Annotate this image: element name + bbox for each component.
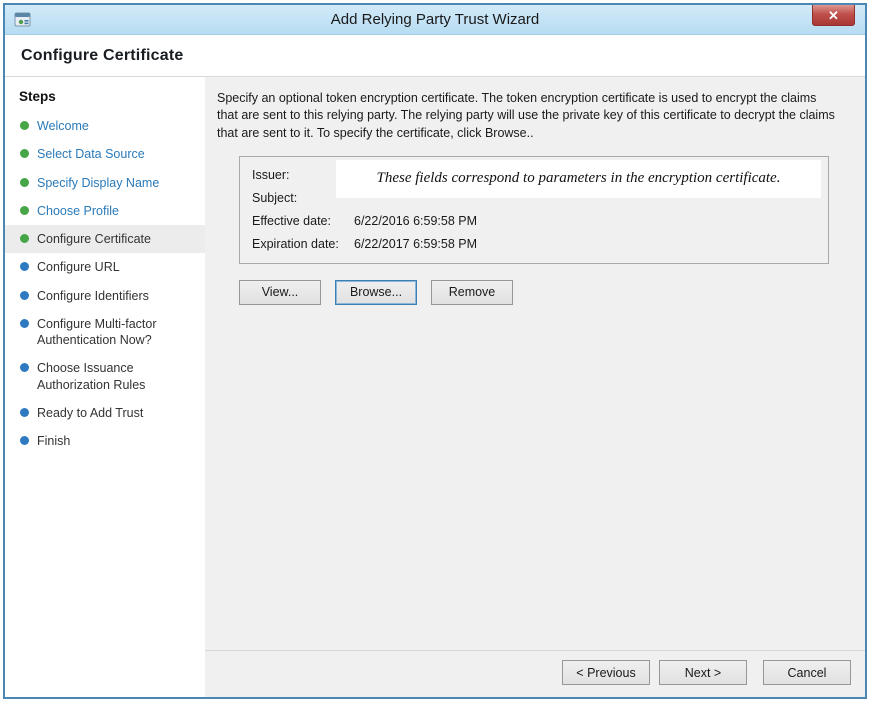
step-status-dot xyxy=(20,178,29,187)
step-status-dot xyxy=(20,121,29,130)
cert-field-label: Expiration date: xyxy=(252,233,354,256)
main-panel: Specify an optional token encryption cer… xyxy=(205,77,865,697)
remove-button[interactable]: Remove xyxy=(431,280,513,305)
wizard-window: Add Relying Party Trust Wizard ✕ Configu… xyxy=(3,3,867,699)
step-label: Choose Profile xyxy=(37,203,119,219)
step-item-configure-certificate: Configure Certificate xyxy=(5,225,205,253)
page-title: Configure Certificate xyxy=(21,47,183,65)
annotation-overlay: These fields correspond to parameters in… xyxy=(336,160,821,198)
steps-sidebar: Steps Welcome Select Data Source Specify… xyxy=(5,77,205,697)
intro-text: Specify an optional token encryption cer… xyxy=(217,90,837,142)
page-header: Configure Certificate xyxy=(5,35,865,77)
step-label: Configure Certificate xyxy=(37,231,151,247)
step-label: Configure URL xyxy=(37,259,120,275)
steps-list: Welcome Select Data Source Specify Displ… xyxy=(5,112,205,455)
step-label: Finish xyxy=(37,433,70,449)
step-status-dot xyxy=(20,262,29,271)
cert-field-label: Effective date: xyxy=(252,210,354,233)
view-button[interactable]: View... xyxy=(239,280,321,305)
step-label: Choose Issuance Authorization Rules xyxy=(37,360,199,393)
cert-field-value: 6/22/2017 6:59:58 PM xyxy=(354,233,477,256)
wizard-footer: < Previous Next > Cancel xyxy=(205,650,865,697)
step-status-dot xyxy=(20,206,29,215)
cert-field-expiration-date: Expiration date: 6/22/2017 6:59:58 PM xyxy=(252,233,818,256)
step-status-dot xyxy=(20,408,29,417)
step-item-welcome: Welcome xyxy=(5,112,205,140)
previous-button[interactable]: < Previous xyxy=(562,660,650,685)
titlebar: Add Relying Party Trust Wizard ✕ xyxy=(5,5,865,35)
step-status-dot xyxy=(20,363,29,372)
browse-button[interactable]: Browse... xyxy=(335,280,417,305)
step-item-configure-identifiers: Configure Identifiers xyxy=(5,282,205,310)
step-label: Configure Identifiers xyxy=(37,288,149,304)
step-label: Select Data Source xyxy=(37,146,145,162)
step-status-dot xyxy=(20,234,29,243)
step-status-dot xyxy=(20,149,29,158)
close-button[interactable]: ✕ xyxy=(812,5,855,26)
step-label: Configure Multi-factor Authentication No… xyxy=(37,316,199,349)
step-label: Welcome xyxy=(37,118,89,134)
cancel-button[interactable]: Cancel xyxy=(763,660,851,685)
step-item-select-data-source: Select Data Source xyxy=(5,140,205,168)
step-item-specify-display-name: Specify Display Name xyxy=(5,169,205,197)
step-label: Ready to Add Trust xyxy=(37,405,143,421)
step-item-choose-profile: Choose Profile xyxy=(5,197,205,225)
step-item-finish: Finish xyxy=(5,427,205,455)
step-status-dot xyxy=(20,291,29,300)
wizard-app-icon xyxy=(13,10,33,30)
cert-field-effective-date: Effective date: 6/22/2016 6:59:58 PM xyxy=(252,210,818,233)
steps-heading: Steps xyxy=(5,87,205,112)
step-label: Specify Display Name xyxy=(37,175,159,191)
cert-field-value: 6/22/2016 6:59:58 PM xyxy=(354,210,477,233)
certificate-details-box: Issuer: Subject: Effective date: 6/22/20… xyxy=(239,156,829,264)
step-status-dot xyxy=(20,319,29,328)
step-item-ready-to-add-trust: Ready to Add Trust xyxy=(5,399,205,427)
step-item-choose-issuance-rules: Choose Issuance Authorization Rules xyxy=(5,354,205,399)
step-item-configure-url: Configure URL xyxy=(5,253,205,281)
step-item-configure-mfa: Configure Multi-factor Authentication No… xyxy=(5,310,205,355)
step-status-dot xyxy=(20,436,29,445)
next-button[interactable]: Next > xyxy=(659,660,747,685)
window-title: Add Relying Party Trust Wizard xyxy=(331,11,539,28)
